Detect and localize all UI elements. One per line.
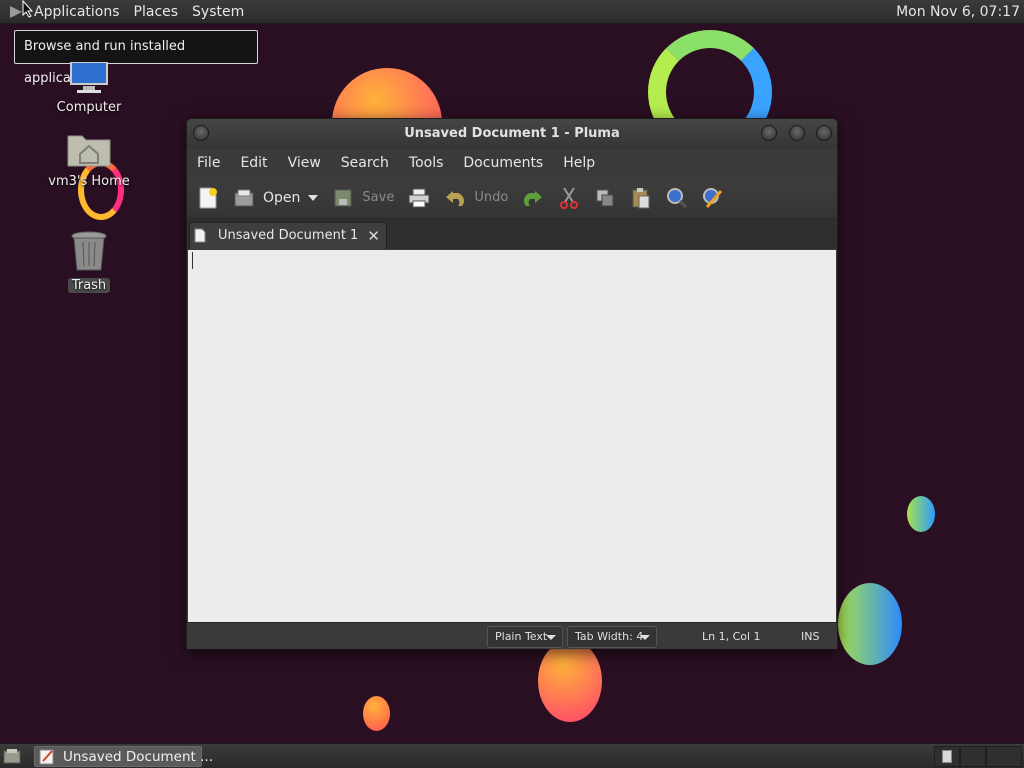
tab-label: Unsaved Document 1: [218, 228, 359, 243]
clock[interactable]: Mon Nov 6, 07:17: [896, 0, 1020, 24]
menu-help[interactable]: Help: [553, 155, 605, 171]
minimize-button[interactable]: [761, 125, 777, 141]
print-button[interactable]: [408, 183, 430, 213]
workspace-window-preview: [942, 750, 952, 763]
show-desktop-icon: [3, 749, 21, 764]
redo-button[interactable]: [522, 183, 544, 213]
bg-orange-dot: [363, 696, 390, 731]
menubar: File Edit View Search Tools Documents He…: [187, 149, 837, 177]
menu-file[interactable]: File: [187, 155, 230, 171]
undo-label: Undo: [474, 190, 509, 205]
language-label: Plain Text: [495, 630, 548, 643]
tab-width-selector[interactable]: Tab Width: 4: [567, 626, 657, 648]
copy-icon: [594, 187, 616, 209]
taskbar-button-pluma[interactable]: Unsaved Document ...: [34, 746, 213, 767]
panel-menubar: Applications Places System: [0, 0, 251, 24]
find-replace-icon: [702, 187, 724, 209]
applications-tooltip: Browse and run installed applications: [14, 30, 258, 86]
desktop-icon-computer[interactable]: Computer: [44, 61, 134, 115]
save-label: Save: [362, 190, 395, 205]
insert-mode: INS: [801, 630, 820, 643]
desktop-icon-trash[interactable]: Trash: [44, 230, 134, 293]
open-label: Open: [263, 189, 301, 206]
bg-blue-blob-small: [907, 496, 935, 532]
workspace-3[interactable]: [986, 746, 1022, 767]
new-button[interactable]: [197, 183, 219, 213]
tab-close-button[interactable]: ✕: [367, 223, 380, 249]
undo-button[interactable]: Undo: [444, 183, 508, 213]
workspace-1[interactable]: [934, 746, 960, 767]
save-icon: [332, 187, 354, 209]
applications-menu[interactable]: Applications: [27, 0, 127, 24]
close-button[interactable]: [816, 125, 832, 141]
paste-icon: [630, 187, 652, 209]
paste-button[interactable]: [630, 183, 652, 213]
menu-edit[interactable]: Edit: [230, 155, 277, 171]
bg-orange-blob-bottom: [538, 640, 602, 722]
show-desktop-button[interactable]: [3, 748, 21, 768]
tab-width-label: Tab Width: 4: [575, 630, 644, 643]
maximize-button[interactable]: [789, 125, 805, 141]
find-button[interactable]: [666, 183, 688, 213]
print-icon: [408, 187, 430, 209]
cursor-position: Ln 1, Col 1: [702, 630, 761, 643]
menu-documents[interactable]: Documents: [453, 155, 553, 171]
save-button[interactable]: Save: [332, 183, 394, 213]
open-button[interactable]: Open: [233, 183, 300, 213]
menu-search[interactable]: Search: [331, 155, 399, 171]
copy-button[interactable]: [594, 183, 616, 213]
statusbar: Plain Text Tab Width: 4 Ln 1, Col 1 INS: [187, 622, 837, 649]
desktop-label-home: vm3's Home: [48, 174, 130, 189]
system-menu[interactable]: System: [185, 0, 251, 24]
trash-icon: [71, 231, 107, 271]
search-icon: [666, 187, 688, 209]
chevron-down-icon: [308, 194, 319, 201]
text-editor-icon: [39, 749, 54, 765]
computer-icon: [70, 61, 108, 93]
desktop-label-computer: Computer: [56, 100, 122, 115]
places-menu[interactable]: Places: [127, 0, 186, 24]
bottom-panel: Unsaved Document ...: [0, 743, 1024, 768]
document-tabbar: Unsaved Document 1 ✕: [187, 219, 837, 249]
bg-blue-blob-large: [838, 583, 902, 665]
tab-unsaved-document-1[interactable]: Unsaved Document 1 ✕: [189, 222, 387, 249]
text-caret: [192, 252, 193, 269]
window-titlebar[interactable]: Unsaved Document 1 - Pluma: [187, 119, 837, 149]
window-title: Unsaved Document 1 - Pluma: [404, 126, 620, 141]
workspace-2[interactable]: [960, 746, 986, 767]
menu-view[interactable]: View: [278, 155, 331, 171]
new-document-icon: [197, 187, 219, 209]
menu-tools[interactable]: Tools: [399, 155, 454, 171]
text-document-icon: [194, 228, 206, 243]
open-dropdown-button[interactable]: [308, 183, 319, 213]
scissors-icon: [558, 186, 580, 209]
undo-icon: [444, 187, 466, 209]
chevron-down-icon: [546, 635, 556, 640]
toolbar: Open Save Undo: [187, 177, 837, 219]
redo-icon: [522, 187, 544, 209]
top-panel: Applications Places System Mon Nov 6, 07…: [0, 0, 1024, 24]
replace-button[interactable]: [702, 183, 724, 213]
desktop-label-trash: Trash: [67, 278, 111, 293]
home-folder-icon: [67, 135, 111, 167]
mouse-cursor-icon: [22, 0, 34, 18]
desktop-icon-home[interactable]: vm3's Home: [44, 130, 134, 189]
open-icon: [233, 187, 255, 209]
text-editor[interactable]: [188, 250, 836, 622]
pluma-window: Unsaved Document 1 - Pluma File Edit Vie…: [186, 118, 838, 649]
taskbar-button-label: Unsaved Document ...: [63, 749, 214, 765]
cut-button[interactable]: [558, 183, 580, 213]
language-selector[interactable]: Plain Text: [487, 626, 563, 648]
chevron-down-icon: [640, 635, 650, 640]
